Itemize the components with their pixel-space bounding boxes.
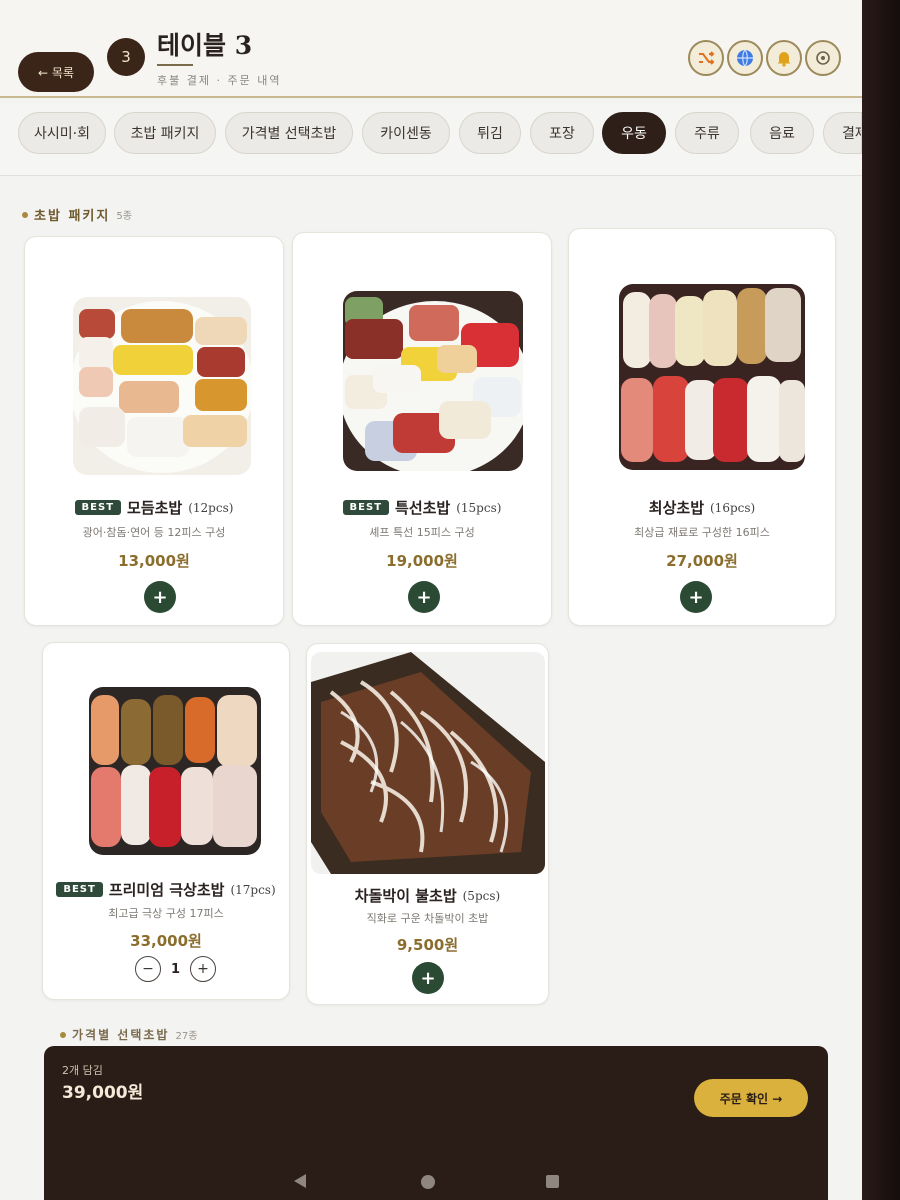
tab-price-sushi[interactable]: 가격별 선택초밥 — [225, 112, 353, 154]
menu-item-name: 모듬초밥 — [127, 499, 183, 517]
add-to-cart-button[interactable]: + — [144, 581, 176, 613]
nav-back-icon[interactable] — [294, 1174, 306, 1188]
menu-card[interactable]: BEST 특선초밥 (15pcs) 셰프 특선 15피스 구성 19,000원 … — [292, 232, 552, 626]
header-actions — [688, 40, 841, 76]
cart-bar: 2개 담김 39,000원 주문 확인 → — [44, 1046, 828, 1200]
section-count: 5종 — [116, 211, 132, 222]
menu-item-pieces: (16pcs) — [710, 500, 756, 515]
tab-payment[interactable]: 결제 — [823, 112, 862, 154]
menu-item-price: 13,000원 — [118, 552, 190, 570]
confirm-order-button[interactable]: 주문 확인 → — [694, 1079, 808, 1117]
tab-takeout[interactable]: 포장 — [530, 112, 594, 154]
section-title: 가격별 선택초밥 — [72, 1028, 170, 1042]
section-count: 27종 — [175, 1031, 198, 1042]
page-title: 테이블 3 — [157, 31, 253, 60]
header: ← 목록 3 테이블 3 후불 결제 · 주문 내역 — [0, 0, 862, 98]
menu-item-image — [619, 284, 805, 470]
best-badge: BEST — [74, 500, 122, 515]
cart-count: 2개 담김 — [62, 1064, 103, 1077]
menu-item-description: 최상급 재료로 구성한 16피스 — [634, 526, 770, 539]
best-badge: BEST — [342, 500, 390, 515]
quantity-stepper: − 1 + — [135, 956, 217, 982]
menu-item-name-row: 최상초밥 (16pcs) — [569, 497, 835, 518]
tab-udon[interactable]: 우동 — [602, 112, 666, 154]
menu-item-price: 9,500원 — [396, 936, 459, 954]
tab-kaisendon[interactable]: 카이센동 — [362, 112, 450, 154]
menu-item-name-row: BEST 특선초밥 (15pcs) — [293, 497, 551, 518]
section-title: 초밥 패키지 — [34, 209, 111, 224]
page-subtitle: 후불 결제 · 주문 내역 — [157, 74, 282, 87]
menu-item-name-row: BEST 모듬초밥 (12pcs) — [25, 497, 283, 518]
menu-item-description: 최고급 극상 구성 17피스 — [108, 907, 224, 920]
section-heading-2: 가격별 선택초밥 27종 — [60, 1026, 197, 1043]
menu-item-name: 프리미엄 극상초밥 — [108, 881, 225, 899]
menu-item-image — [89, 687, 261, 855]
section-heading: 초밥 패키지 5종 — [22, 205, 132, 224]
menu-item-pieces: (5pcs) — [462, 888, 501, 903]
shuffle-icon[interactable] — [688, 40, 724, 76]
menu-item-image — [73, 297, 251, 475]
menu-card[interactable]: BEST 모듬초밥 (12pcs) 광어·참돔·연어 등 12피스 구성 13,… — [24, 236, 284, 626]
menu-item-description: 광어·참돔·연어 등 12피스 구성 — [82, 526, 226, 539]
menu-item-name: 특선초밥 — [395, 499, 451, 517]
table-number-badge: 3 — [107, 38, 145, 76]
section-dot — [22, 211, 28, 218]
tab-tempura[interactable]: 튀김 — [459, 112, 521, 154]
back-to-list-button[interactable]: ← 목록 — [18, 52, 94, 92]
menu-item-pieces: (17pcs) — [230, 882, 276, 897]
tab-sashimi[interactable]: 사시미·회 — [18, 112, 106, 154]
menu-item-image — [343, 291, 523, 471]
menu-card[interactable]: BEST 프리미엄 극상초밥 (17pcs) 최고급 극상 구성 17피스 33… — [42, 642, 290, 1000]
tab-sushi-package[interactable]: 초밥 패키지 — [114, 112, 216, 154]
menu-item-price: 19,000원 — [386, 552, 458, 570]
decrease-quantity-button[interactable]: − — [135, 956, 161, 982]
category-tabs: 사시미·회 초밥 패키지 가격별 선택초밥 카이센동 튀김 포장 우동 주류 음… — [0, 104, 862, 176]
globe-icon[interactable] — [727, 40, 763, 76]
add-to-cart-button[interactable]: + — [412, 962, 444, 994]
menu-item-pieces: (12pcs) — [188, 500, 234, 515]
system-nav-bar — [44, 1166, 828, 1200]
best-badge: BEST — [56, 882, 103, 897]
settings-icon[interactable] — [805, 40, 841, 76]
cart-total: 39,000원 — [62, 1083, 144, 1103]
increase-quantity-button[interactable]: + — [190, 956, 217, 982]
menu-item-price: 33,000원 — [130, 932, 202, 950]
menu-item-name-row: 차돌박이 불초밥 (5pcs) — [307, 885, 548, 906]
menu-item-name: 최상초밥 — [648, 499, 704, 517]
device-bezel — [862, 0, 900, 1200]
tab-liquor[interactable]: 주류 — [675, 112, 739, 154]
section-dot — [60, 1031, 66, 1038]
title-underline — [157, 64, 193, 66]
nav-home-icon[interactable] — [421, 1175, 435, 1189]
menu-item-image — [311, 652, 545, 874]
nav-recent-apps-icon[interactable] — [546, 1175, 559, 1188]
add-to-cart-button[interactable]: + — [680, 581, 712, 613]
bell-icon[interactable] — [766, 40, 802, 76]
quantity-value: 1 — [171, 961, 181, 977]
menu-item-pieces: (15pcs) — [456, 500, 502, 515]
menu-card[interactable]: 최상초밥 (16pcs) 최상급 재료로 구성한 16피스 27,000원 + — [568, 228, 836, 626]
menu-item-price: 27,000원 — [666, 552, 738, 570]
tab-drinks[interactable]: 음료 — [750, 112, 814, 154]
menu-card[interactable]: 차돌박이 불초밥 (5pcs) 직화로 구운 차돌박이 초밥 9,500원 + — [306, 643, 549, 1005]
kiosk-screen: ← 목록 3 테이블 3 후불 결제 · 주문 내역 사시미·회 초밥 패키지 … — [0, 0, 862, 1200]
menu-item-description: 셰프 특선 15피스 구성 — [369, 526, 475, 539]
menu-item-name-row: BEST 프리미엄 극상초밥 (17pcs) — [43, 879, 289, 900]
menu-item-description: 직화로 구운 차돌박이 초밥 — [366, 912, 489, 925]
menu-item-name: 차돌박이 불초밥 — [354, 887, 457, 905]
add-to-cart-button[interactable]: + — [408, 581, 440, 613]
